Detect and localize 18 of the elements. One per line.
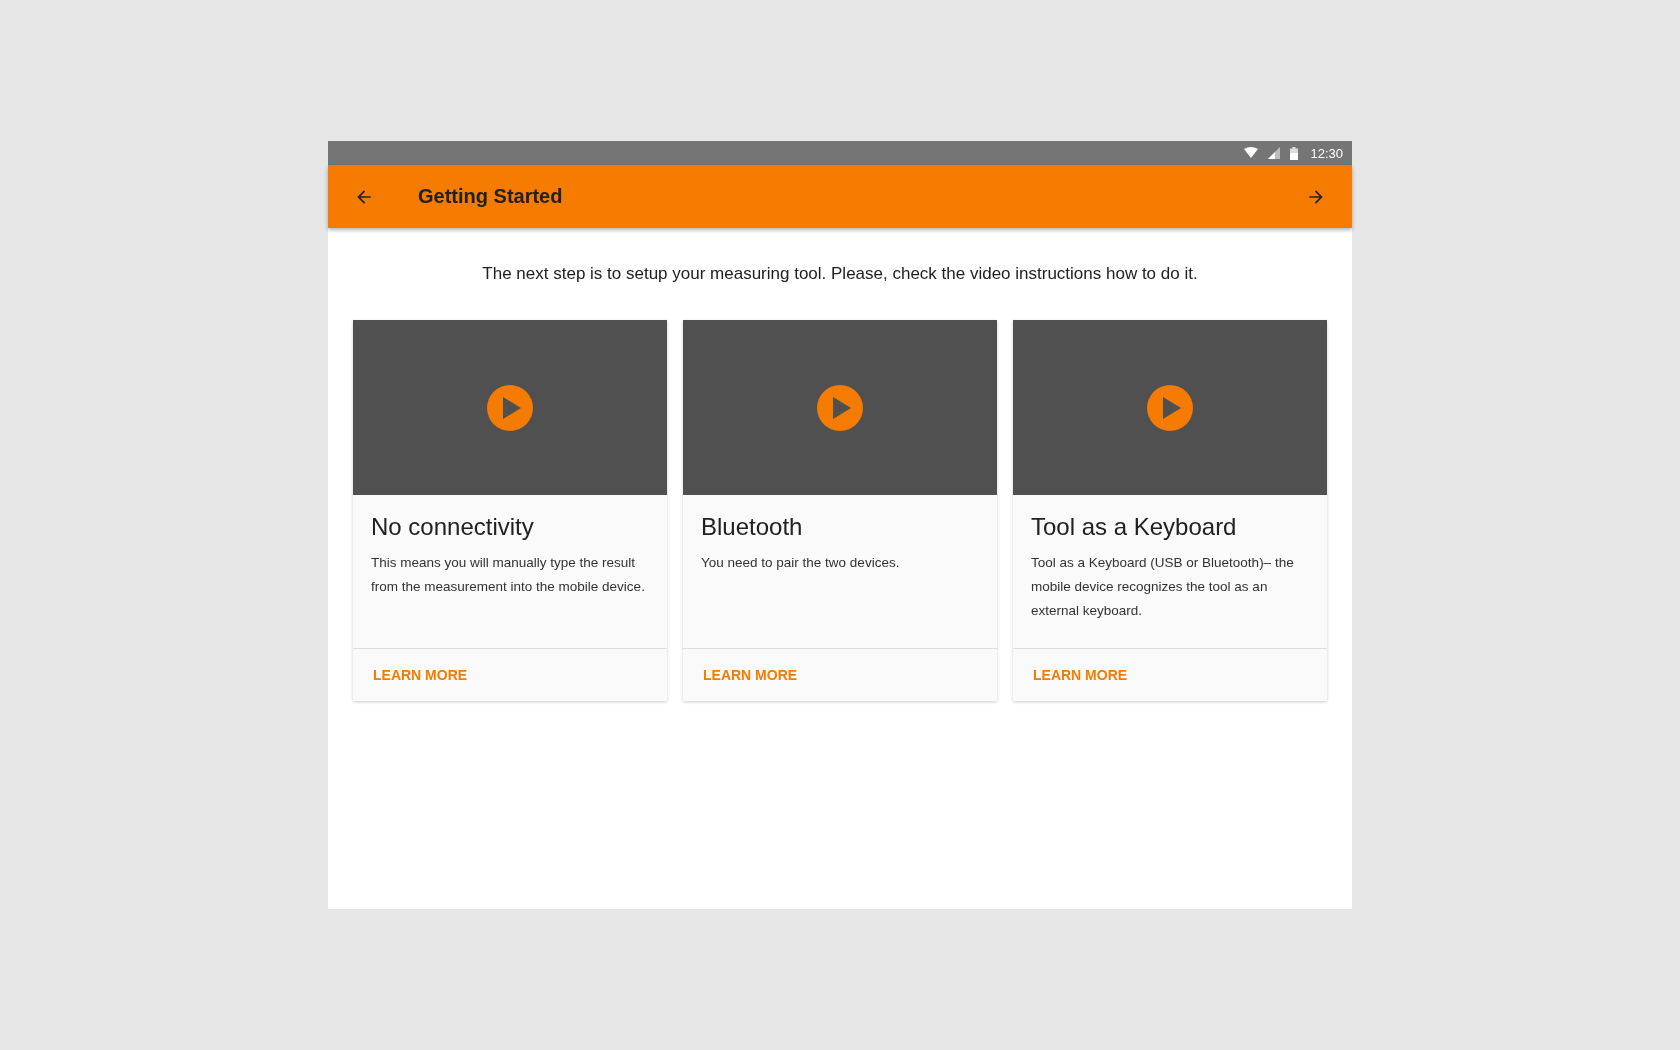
card-title: Bluetooth — [701, 513, 804, 541]
card-description: Tool as a Keyboard (USB or Bluetooth)– the mobile device recognizes the tool as an external keyboard. — [1031, 554, 1295, 620]
intro-text: The next step is to setup your measuring tool. Please, check the video instructions how to do it. — [481, 264, 1199, 284]
learn-more-button[interactable]: LEARN MORE — [1025, 661, 1136, 689]
play-icon[interactable] — [1147, 384, 1193, 431]
wifi-icon — [1244, 147, 1259, 159]
card-title: Tool as a Keyboard — [1031, 513, 1238, 541]
play-icon[interactable] — [487, 384, 533, 431]
status-time: 12:30 — [1310, 145, 1343, 161]
signal-icon — [1268, 147, 1281, 159]
card-description: This means you will manually type the result from the measurement into the mobile device. — [371, 554, 646, 596]
card-description: You need to pair the two devices. — [701, 554, 901, 572]
page-title: Getting Started — [418, 185, 564, 208]
battery-icon — [1290, 146, 1299, 160]
card-title: No connectivity — [371, 513, 535, 541]
play-icon[interactable] — [817, 384, 863, 431]
learn-more-button[interactable]: LEARN MORE — [365, 661, 476, 689]
learn-more-button[interactable]: LEARN MORE — [695, 661, 806, 689]
